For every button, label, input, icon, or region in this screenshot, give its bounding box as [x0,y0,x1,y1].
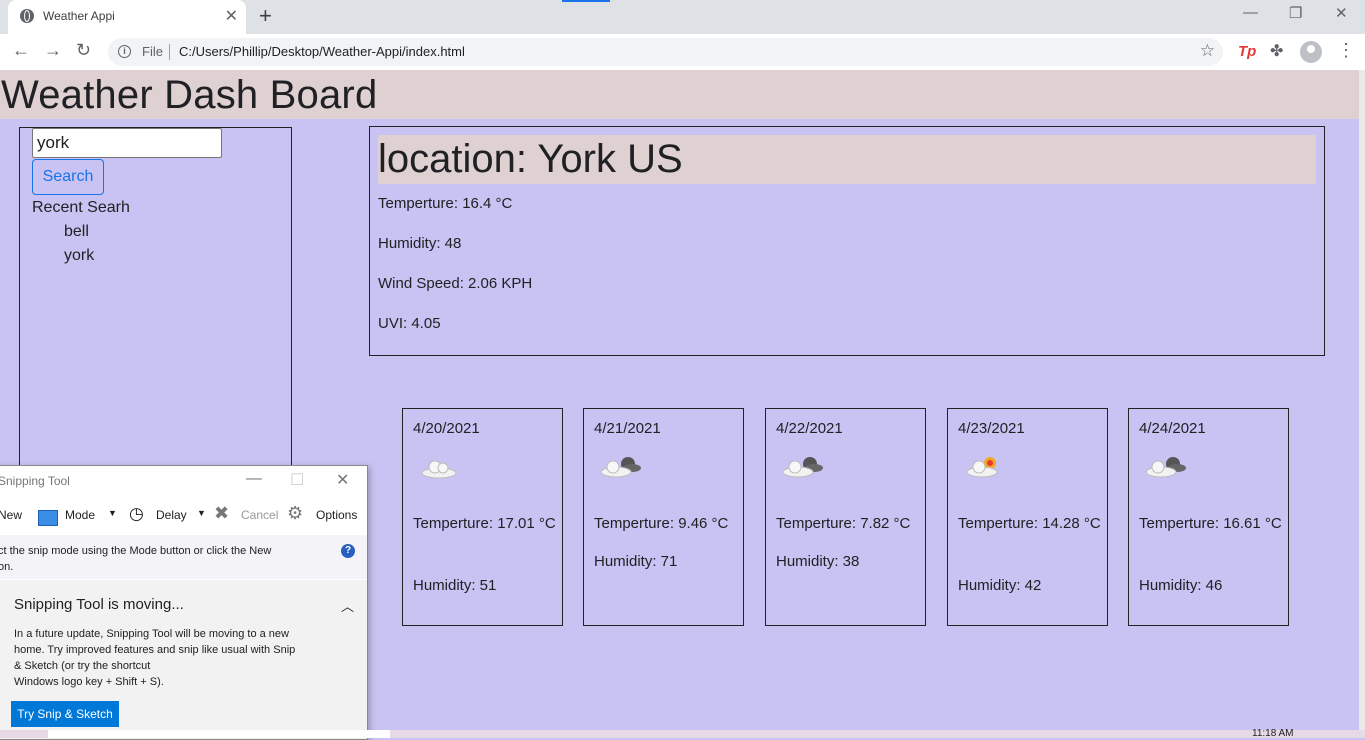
location-title: location: York US [378,137,683,181]
forecast-temp: Temperture: 14.28 °C [958,515,1101,532]
snip-title: Snipping Tool [0,474,70,488]
current-uvi: UVI: 4.05 [378,315,441,332]
forecast-temp: Temperture: 7.82 °C [776,515,911,532]
forecast-card: 4/21/2021 Temperture: 9.46 °C Humidity: … [583,408,744,626]
file-label: File [142,44,163,59]
snipping-tool-window: Snipping Tool — ☐ ✕ New Mode ▼ ◷ Delay ▼… [0,465,368,740]
broken-clouds-icon [1145,457,1186,478]
snip-cancel-button: Cancel [241,508,279,522]
snip-options-button[interactable]: Options [316,508,357,522]
forecast-date: 4/20/2021 [413,420,480,437]
forecast-date: 4/22/2021 [776,420,843,437]
recent-search-list: bell york [64,223,94,271]
new-tab-button[interactable]: + [259,3,272,29]
forecast-temp: Temperture: 17.01 °C [413,515,556,532]
kebab-menu-icon[interactable]: ⋮ [1337,40,1355,61]
address-bar[interactable]: i File C:/Users/Phillip/Desktop/Weather-… [108,38,1223,66]
tab-title: Weather Appi [43,9,115,23]
forward-icon[interactable]: → [44,40,62,61]
back-icon[interactable]: ← [12,40,30,61]
clock-icon: ◷ [129,504,144,523]
clock-time: 11:18 AM [1252,728,1294,739]
mode-dropdown-icon[interactable]: ▼ [108,508,117,518]
hint-line-2: on. [0,561,14,573]
url-text[interactable]: C:/Users/Phillip/Desktop/Weather-Appi/in… [179,44,465,59]
cancel-x-icon: ✖ [214,503,230,523]
forecast-temp: Temperture: 16.61 °C [1139,515,1282,532]
browser-toolbar: ← → ↻ i File C:/Users/Phillip/Desktop/We… [0,34,1365,71]
extensions-puzzle-icon[interactable]: ✤ [1270,41,1283,61]
tp-extension-icon[interactable]: Tp [1238,43,1256,60]
current-weather-panel: location: York US Temperture: 16.4 °C Hu… [369,126,1325,356]
broken-clouds-icon [782,457,823,478]
profile-avatar[interactable] [1300,41,1322,63]
forecast-date: 4/23/2021 [958,420,1025,437]
try-snip-sketch-button[interactable]: Try Snip & Sketch [11,701,119,727]
browser-tab[interactable]: Weather Appi ✕ [8,0,246,34]
forecast-card: 4/22/2021 Temperture: 7.82 °C Humidity: … [765,408,926,626]
cloud-icon [421,460,457,479]
page-title: Weather Dash Board [1,73,378,117]
snip-delay-button[interactable]: Delay [156,508,187,522]
snip-toolbar: New Mode ▼ ◷ Delay ▼ ✖ Cancel ⚙ Options [0,501,367,531]
tab-strip: Weather Appi ✕ + — ❐ ✕ [0,0,1365,34]
notice-title: Snipping Tool is moving... [14,596,184,613]
forecast-card: 4/20/2021 Temperture: 17.01 °C Humidity:… [402,408,563,626]
page-header: Weather Dash Board [0,70,1359,119]
bookmark-star-icon[interactable]: ☆ [1200,41,1215,61]
reload-icon[interactable]: ↻ [76,40,91,61]
forecast-humidity: Humidity: 38 [776,553,860,570]
forecast-humidity: Humidity: 51 [413,577,497,594]
info-icon[interactable]: i [118,45,131,58]
globe-icon [20,9,34,23]
snip-minimize-icon[interactable]: — [246,470,262,488]
recent-search-heading: Recent Searh [32,199,130,216]
forecast-date: 4/24/2021 [1139,420,1206,437]
notice-text: In a future update, Snipping Tool will b… [14,626,334,690]
search-button[interactable]: Search [32,159,104,195]
page-scrollbar[interactable] [1359,70,1365,730]
snip-close-icon[interactable]: ✕ [336,470,349,490]
snip-maximize-icon: ☐ [290,472,305,489]
mode-icon[interactable] [38,510,58,526]
snip-new-button[interactable]: New [0,508,22,522]
gear-icon: ⚙ [287,503,304,523]
forecast-card: 4/24/2021 Temperture: 16.61 °C Humidity:… [1128,408,1289,626]
snip-hint: ct the snip mode using the Mode button o… [0,535,367,579]
taskbar-search-area[interactable] [48,730,390,738]
notice-line: In a future update, Snipping Tool will b… [14,628,289,640]
divider [169,44,170,60]
city-search-input[interactable] [32,128,222,158]
minimize-icon[interactable]: — [1243,4,1258,21]
help-icon[interactable]: ? [341,544,355,558]
sun-cloud-icon [966,457,998,478]
snip-titlebar[interactable]: Snipping Tool — ☐ ✕ [0,466,367,496]
tab-close-icon[interactable]: ✕ [225,6,238,26]
notice-line: home. Try improved features and snip lik… [14,644,296,656]
recent-item-york[interactable]: york [64,247,94,271]
taskbar: 11:18 AM [0,728,1365,739]
hint-line-1: ct the snip mode using the Mode button o… [0,545,272,557]
forecast-humidity: Humidity: 42 [958,577,1042,594]
current-temp: Temperture: 16.4 °C [378,195,513,212]
tab-highlight [562,0,610,2]
snip-mode-button[interactable]: Mode [65,508,95,522]
forecast-card: 4/23/2021 Temperture: 14.28 °C Humidity:… [947,408,1108,626]
forecast-temp: Temperture: 9.46 °C [594,515,729,532]
window-close-icon[interactable]: ✕ [1335,4,1348,22]
delay-dropdown-icon[interactable]: ▼ [197,508,206,518]
location-bar: location: York US [378,135,1316,184]
notice-line: Windows logo key + Shift + S). [14,676,164,688]
recent-item-bell[interactable]: bell [64,223,94,247]
broken-clouds-icon [600,457,641,478]
notice-line: & Sketch (or try the shortcut [14,660,151,672]
restore-icon[interactable]: ❐ [1289,4,1302,22]
current-humidity: Humidity: 48 [378,235,462,252]
chevron-up-icon[interactable]: ︿ [341,596,354,615]
current-wind: Wind Speed: 2.06 KPH [378,275,533,292]
forecast-humidity: Humidity: 46 [1139,577,1223,594]
forecast-date: 4/21/2021 [594,420,661,437]
snip-hint-text: ct the snip mode using the Mode button o… [0,543,308,575]
forecast-humidity: Humidity: 71 [594,553,678,570]
